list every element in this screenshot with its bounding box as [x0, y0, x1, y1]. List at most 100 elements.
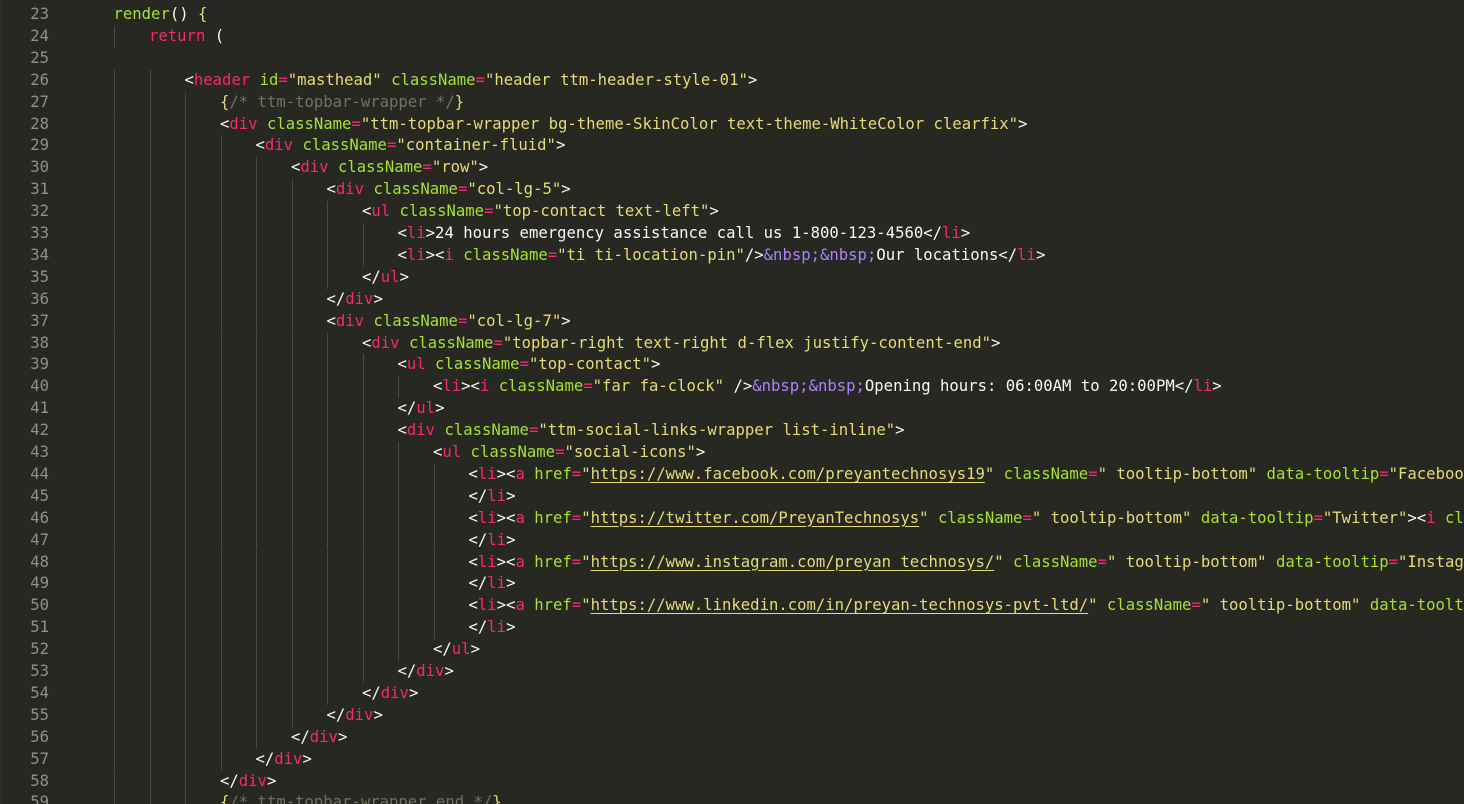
indent-guide: [185, 704, 186, 727]
indent-guide: [291, 266, 293, 289]
indent-guide: [327, 332, 328, 355]
code-line[interactable]: 34 <li><i className="ti ti-location-pin"/…: [0, 244, 1464, 267]
code-token: " tooltip-bottom": [1031, 508, 1192, 527]
code-line[interactable]: 43 <ul className="social-icons">: [0, 442, 1464, 464]
indent-guide: [433, 485, 435, 508]
code-token: data-tooltip: [1266, 552, 1389, 571]
code-line[interactable]: 56 </div>: [0, 726, 1464, 749]
indent-guide: [149, 442, 151, 464]
code-line[interactable]: 29 <div className="container-fluid">: [0, 135, 1464, 158]
code-line[interactable]: 46 <li><a href="https://twitter.com/Preya…: [0, 507, 1464, 530]
code-token: ><: [496, 596, 516, 615]
code-token: li: [1017, 245, 1036, 264]
code-line[interactable]: 52 </ul>: [0, 639, 1464, 661]
code-token: =: [278, 70, 288, 89]
code-line[interactable]: 33 <li>24 hours emergency assistance call…: [0, 223, 1464, 245]
indent-guide: [114, 617, 115, 640]
indent-guide: [220, 398, 222, 421]
code-line[interactable]: 53 </div>: [0, 661, 1464, 683]
code-line[interactable]: 51 </li>: [0, 617, 1464, 640]
indent-guide: [398, 639, 399, 661]
code-line[interactable]: 25: [0, 48, 1464, 70]
indent-guide: [433, 573, 435, 596]
code-line[interactable]: 41 </ul>: [0, 398, 1464, 421]
code-token: "Twitter": [1322, 508, 1408, 527]
code-token: }: [492, 793, 502, 804]
indent-guide: [362, 617, 364, 640]
code-token: =: [457, 180, 468, 199]
code-token: ": [1088, 596, 1098, 615]
code-line[interactable]: 40 <li><i className="far fa-clock" />&nbs…: [0, 376, 1464, 399]
code-line[interactable]: 58 </div>: [0, 770, 1464, 793]
code-token: </: [468, 530, 488, 549]
indent-guide: [114, 551, 115, 574]
indent-guide: [256, 354, 257, 377]
indent-guide: [220, 332, 222, 355]
code-line[interactable]: 32 <ul className="top-contact text-left">: [0, 201, 1464, 223]
code-line[interactable]: 26 <header id="masthead" className="heade…: [0, 69, 1464, 92]
code-token: {: [220, 92, 230, 111]
code-token: >: [302, 749, 312, 768]
code-token: div: [309, 727, 338, 746]
code-text: return (: [149, 26, 224, 48]
code-token: "Facebook": [1388, 464, 1464, 483]
indent-guide: [291, 420, 293, 442]
code-line[interactable]: 47 </li>: [0, 529, 1464, 552]
code-token: render: [113, 5, 170, 23]
code-line[interactable]: 23 render() {: [0, 4, 1464, 26]
code-line[interactable]: 49 </li>: [0, 573, 1464, 596]
line-number: 30: [30, 158, 49, 177]
code-line[interactable]: 31 <div className="col-lg-5">: [0, 179, 1464, 202]
indent-guide: [149, 288, 151, 311]
code-line[interactable]: 39 <ul className="top-contact">: [0, 354, 1464, 377]
indent-guide: [362, 354, 364, 377]
code-token: href: [524, 508, 572, 527]
code-token: "far fa-clock": [592, 377, 725, 396]
line-number: 38: [30, 333, 49, 352]
indent-guide: [362, 485, 364, 508]
indent-guide: [114, 310, 115, 333]
code-line[interactable]: 50 <li><a href="https://www.linkedin.com/…: [0, 595, 1464, 618]
code-text: <li><i className="far fa-clock" />&nbsp;…: [433, 376, 1222, 398]
code-line[interactable]: 37 <div className="col-lg-7">: [0, 310, 1464, 333]
indent-guide: [362, 244, 364, 267]
indent-guide: [220, 420, 222, 442]
code-token: <: [397, 421, 407, 440]
code-line[interactable]: 55 </div>: [0, 704, 1464, 727]
indent-guide: [185, 201, 186, 223]
code-line[interactable]: 54 </div>: [0, 682, 1464, 705]
indent-guide: [114, 288, 115, 311]
code-line[interactable]: 59 {/* ttm-topbar-wrapper end */}: [0, 792, 1464, 804]
code-line[interactable]: 48 <li><a href="https://www.instagram.com…: [0, 551, 1464, 574]
line-number: 47: [30, 530, 49, 549]
indent-guide: [327, 661, 328, 683]
code-line[interactable]: 30 <div className="row">: [0, 157, 1464, 180]
indent-guide: [149, 682, 151, 705]
line-number: 52: [30, 640, 49, 659]
code-line[interactable]: 42 <div className="ttm-social-links-wrapp…: [0, 420, 1464, 442]
line-number: 49: [30, 574, 49, 593]
code-token: >24 hours emergency assistance call us 1…: [425, 224, 943, 242]
line-number: 43: [30, 443, 49, 461]
code-line[interactable]: 57 </div>: [0, 748, 1464, 771]
code-token: <: [362, 202, 372, 221]
code-token: =: [475, 70, 485, 89]
code-token: li: [487, 530, 507, 549]
code-line[interactable]: 45 </li>: [0, 485, 1464, 508]
code-line[interactable]: 27 {/* ttm-topbar-wrapper */}: [0, 91, 1464, 114]
indent-guide: [291, 463, 293, 486]
indent-guide: [185, 682, 186, 705]
indent-guide: [185, 223, 186, 245]
code-token: =: [1097, 552, 1107, 571]
indent-guide: [185, 310, 186, 333]
line-number: 31: [30, 180, 49, 199]
code-editor[interactable]: 23 render() {24 return (25 26 <header id="ma…: [0, 0, 1464, 804]
indent-guide: [149, 135, 151, 158]
code-text: </div>: [398, 661, 454, 683]
code-line[interactable]: 44 <li><a href="https://www.facebook.com/…: [0, 463, 1464, 486]
code-line[interactable]: 35 </ul>: [0, 266, 1464, 289]
code-line[interactable]: 24 return (: [0, 25, 1464, 48]
code-line[interactable]: 38 <div className="topbar-right text-righ…: [0, 332, 1464, 355]
code-line[interactable]: 28 <div className="ttm-topbar-wrapper bg-…: [0, 113, 1464, 136]
code-line[interactable]: 36 </div>: [0, 288, 1464, 311]
